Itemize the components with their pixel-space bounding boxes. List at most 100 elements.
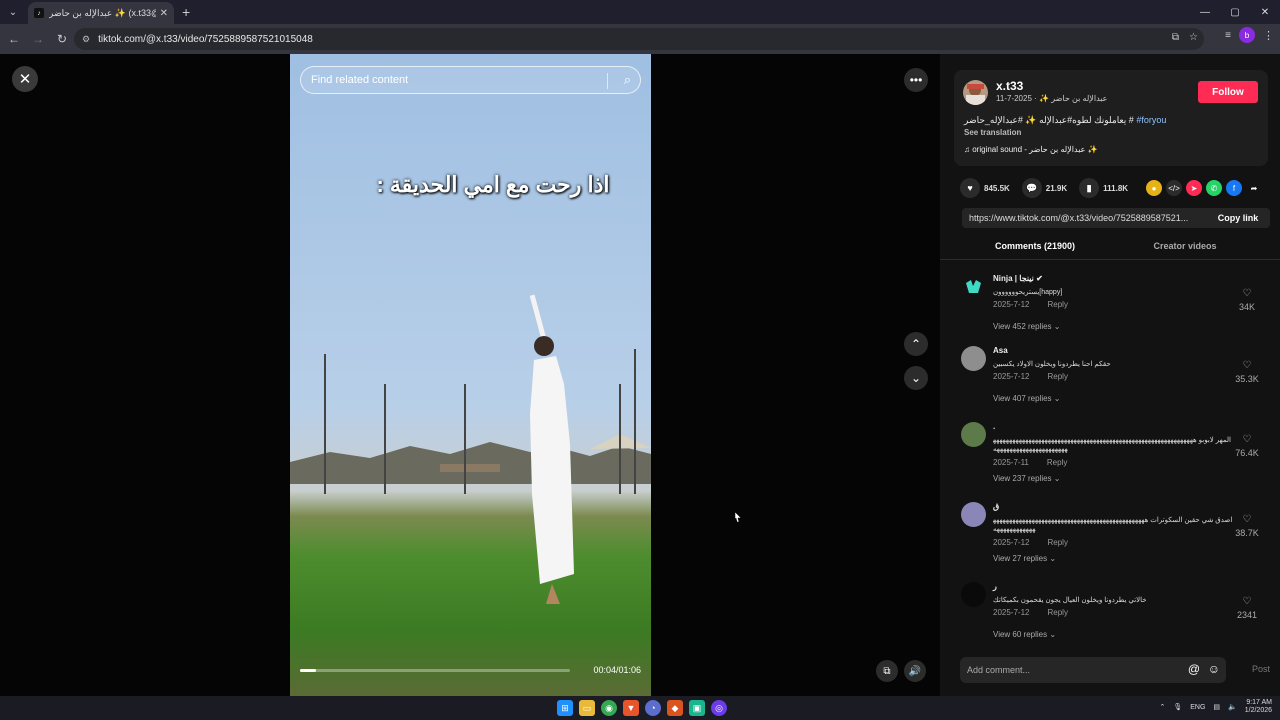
comment-text: يستريحوووووون[happy]	[993, 289, 1063, 296]
site-info-icon[interactable]: ⚙	[82, 34, 90, 45]
view-replies-button[interactable]: View 60 replies ⌄	[993, 630, 1056, 639]
messenger-icon[interactable]: ◔	[645, 700, 661, 716]
comment-like[interactable]: ♡ 35.3K	[1232, 360, 1262, 384]
comment-author[interactable]: .	[993, 422, 995, 431]
comment-avatar[interactable]	[961, 582, 986, 607]
emoji-icon[interactable]: ☺	[1208, 662, 1220, 676]
menu-kebab-icon[interactable]: ⋮	[1263, 29, 1274, 42]
tab-comments[interactable]: Comments (21900)	[960, 238, 1110, 260]
comment-avatar[interactable]	[961, 346, 986, 371]
network-icon[interactable]: ▤	[1213, 703, 1220, 711]
comment-avatar[interactable]	[961, 502, 986, 527]
comment-avatar[interactable]	[961, 422, 986, 447]
view-replies-button[interactable]: View 27 replies ⌄	[993, 554, 1056, 563]
original-sound-link[interactable]: ♫ original sound - عبدالإله بن حاضر ✨	[964, 145, 1098, 154]
window-close-icon[interactable]: ✕	[1250, 0, 1280, 24]
heart-outline-icon: ♡	[1242, 434, 1252, 445]
os-taskbar: ⊞ ▭ ◉ ▼ ◔ ◆ ▣ ◎ ⌃ 🎙 ENG ▤ 🔈 9:17 AM 1/2/…	[0, 696, 1280, 720]
tab-list-icon[interactable]: ≡	[1225, 30, 1231, 41]
share-arrow-icon[interactable]: ➦	[1246, 180, 1262, 196]
comment-author[interactable]: Asa	[993, 346, 1008, 355]
reply-button[interactable]: Reply	[1047, 372, 1067, 381]
reply-button[interactable]: Reply	[1047, 458, 1067, 467]
related-search-input[interactable]: Find related content ⌕	[300, 66, 641, 94]
share-url[interactable]: https://www.tiktok.com/@x.t33/video/7525…	[969, 213, 1205, 223]
author-handle[interactable]: x.t33	[996, 79, 1023, 93]
clock[interactable]: 9:17 AM 1/2/2026	[1245, 699, 1272, 715]
copy-link-button[interactable]: Copy link	[1206, 208, 1270, 228]
comment-input[interactable]: Add comment... @ ☺	[960, 657, 1226, 683]
new-tab-icon[interactable]: +	[182, 4, 190, 20]
comment-like[interactable]: ♡ 38.7K	[1232, 514, 1262, 538]
tab-close-icon[interactable]: ✕	[160, 8, 168, 19]
video-player[interactable]: Find related content ⌕ اذا رحت مع امي ال…	[290, 54, 651, 696]
view-replies-button[interactable]: View 237 replies ⌄	[993, 474, 1060, 483]
comment-like-count: 38.7K	[1235, 528, 1259, 538]
comment-author[interactable]: ر	[993, 582, 997, 591]
comment-author[interactable]: Ninja | نينجا ✔	[993, 274, 1043, 283]
comment-author[interactable]: ق	[993, 502, 999, 511]
tab-creator-videos[interactable]: Creator videos	[1110, 238, 1260, 260]
facebook-icon[interactable]: f	[1226, 180, 1242, 196]
embed-icon[interactable]: </>	[1166, 180, 1182, 196]
comment-avatar[interactable]	[961, 274, 986, 299]
back-icon[interactable]: ←	[2, 27, 26, 51]
comment-text: خالاتي يطردونا ويخلون العيال يجون يقحمون…	[993, 597, 1147, 604]
comment-count: 21.9K	[1045, 183, 1068, 193]
view-replies-button[interactable]: View 452 replies ⌄	[993, 322, 1060, 331]
tab-search-chevron-icon[interactable]: ⌄	[2, 1, 24, 23]
comment-meta: 2025-7-12 Reply	[993, 538, 1068, 547]
browser-active-icon[interactable]: ◎	[711, 700, 727, 716]
follow-button[interactable]: Follow	[1198, 81, 1258, 103]
floating-player-icon[interactable]: ⧉	[876, 660, 898, 682]
browser-tab[interactable]: ♪ عبدالإله بن حاضر ✨ (x.t33@) | TikTok ✕	[28, 2, 174, 24]
reload-icon[interactable]: ↻	[50, 27, 74, 51]
comment-like[interactable]: ♡ 34K	[1232, 288, 1262, 312]
comment-action[interactable]: 💬 21.9K	[1021, 178, 1068, 198]
send-icon[interactable]: ➤	[1186, 180, 1202, 196]
speaker-icon[interactable]: 🔈	[1228, 703, 1237, 711]
previous-video-icon[interactable]: ⌃	[904, 332, 928, 356]
volume-icon[interactable]: 🔊	[904, 660, 926, 682]
tiktok-icon: ♪	[34, 8, 44, 18]
close-icon[interactable]: ✕	[12, 66, 38, 92]
comment-like-count: 76.4K	[1235, 448, 1259, 458]
next-video-icon[interactable]: ⌄	[904, 366, 928, 390]
app-green-icon[interactable]: ▣	[689, 700, 705, 716]
search-icon[interactable]: ⌕	[624, 72, 631, 88]
address-bar[interactable]: ⚙ tiktok.com/@x.t33/video/75258895875210…	[74, 28, 1204, 50]
microphone-icon[interactable]: 🎙	[1173, 703, 1182, 711]
brave-icon[interactable]: ▼	[623, 700, 639, 716]
chrome-icon[interactable]: ◉	[601, 700, 617, 716]
mention-icon[interactable]: @	[1188, 662, 1200, 676]
person-figure	[530, 294, 574, 604]
start-icon[interactable]: ⊞	[557, 700, 573, 716]
post-button[interactable]: Post	[1252, 664, 1270, 674]
comment-date: 2025-7-12	[993, 608, 1030, 617]
profile-avatar[interactable]: b	[1239, 27, 1255, 43]
whatsapp-icon[interactable]: ✆	[1206, 180, 1222, 196]
save-action[interactable]: ▮ 111.8K	[1079, 178, 1128, 198]
install-app-icon[interactable]: ⧉	[1172, 32, 1179, 43]
reply-button[interactable]: Reply	[1047, 608, 1067, 617]
file-explorer-icon[interactable]: ▭	[579, 700, 595, 716]
app-icon[interactable]: ◆	[667, 700, 683, 716]
bookmark-star-icon[interactable]: ☆	[1189, 32, 1198, 43]
video-progress-bar[interactable]	[300, 669, 570, 672]
language-indicator[interactable]: ENG	[1190, 704, 1205, 711]
minimize-icon[interactable]: —	[1190, 0, 1220, 24]
comment-like[interactable]: ♡ 76.4K	[1232, 434, 1262, 458]
hashtag-link[interactable]: #foryou	[1136, 115, 1166, 125]
maximize-icon[interactable]: ▢	[1220, 0, 1250, 24]
tray-chevron-icon[interactable]: ⌃	[1159, 703, 1165, 711]
like-action[interactable]: ♥ 845.5K	[960, 178, 1010, 198]
more-options-icon[interactable]: •••	[904, 68, 928, 92]
reply-button[interactable]: Reply	[1047, 538, 1067, 547]
reply-button[interactable]: Reply	[1047, 300, 1067, 309]
coin-icon[interactable]: ●	[1146, 180, 1162, 196]
view-replies-button[interactable]: View 407 replies ⌄	[993, 394, 1060, 403]
comment-like[interactable]: ♡ 2341	[1232, 596, 1262, 620]
see-translation-link[interactable]: See translation	[964, 128, 1021, 137]
author-avatar[interactable]	[963, 80, 988, 105]
forward-icon[interactable]: →	[26, 27, 50, 51]
